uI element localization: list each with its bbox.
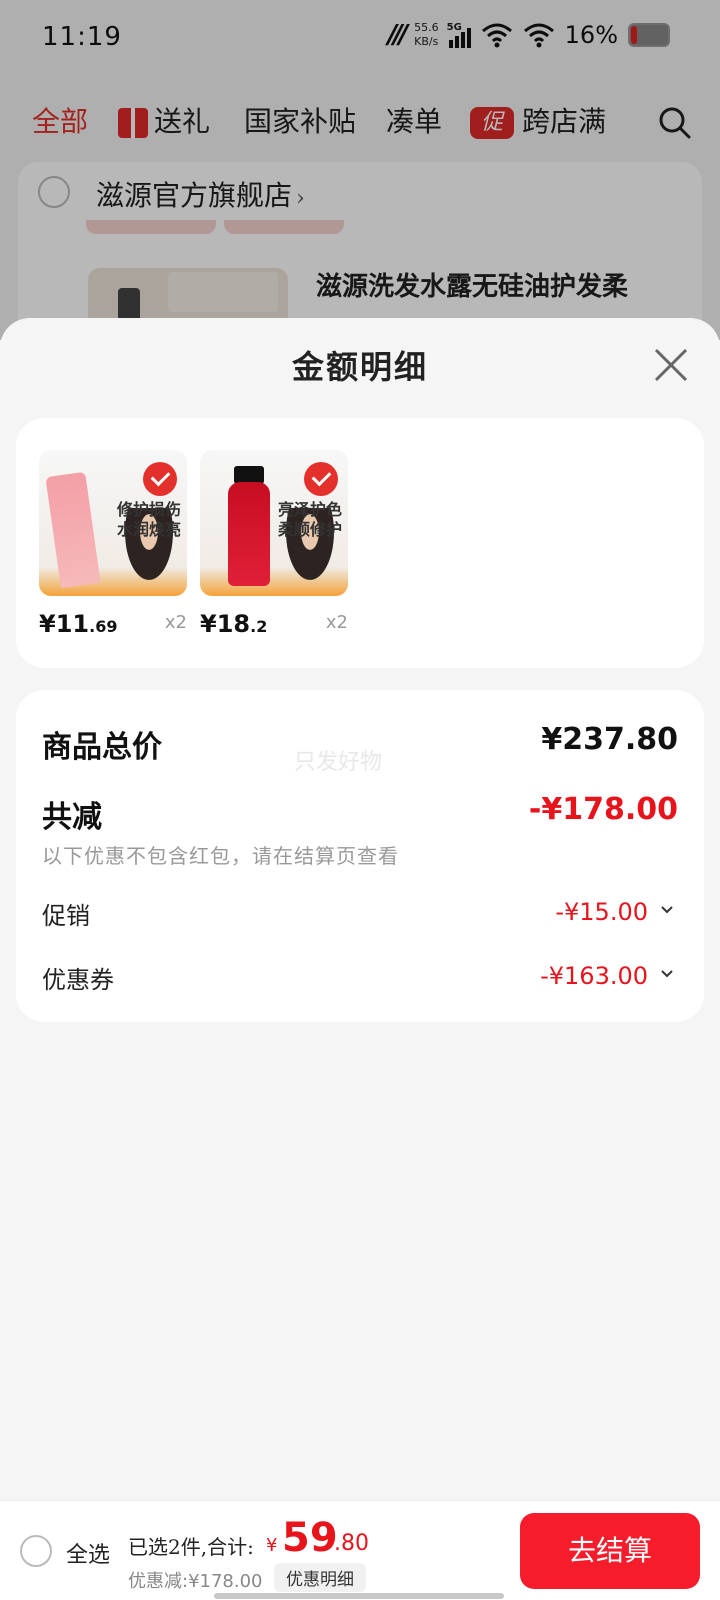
- item-tagline: 修护损伤 水润焕亮: [116, 500, 181, 539]
- item-price: ¥18.2: [200, 610, 268, 638]
- selected-item[interactable]: 亮泽护色 柔顺修护 ¥18.2 x2: [200, 450, 348, 638]
- selected-count-text: 已选2件,合计:: [128, 1535, 254, 1559]
- check-icon: [143, 462, 177, 496]
- price-summary-card: 只发好物 商品总价 ¥237.80 共减 -¥178.00 以下优惠不包含红包，…: [16, 690, 704, 1022]
- chevron-down-icon: [661, 970, 673, 978]
- promo-row[interactable]: 促销 -¥15.00: [42, 896, 678, 931]
- select-all-label[interactable]: 全选: [66, 1537, 110, 1569]
- item-image: 修护损伤 水润焕亮: [39, 450, 187, 596]
- amount-detail-sheet: 金额明细 修护损伤 水润焕亮 ¥11.69 x2 亮泽护色 柔顺修护 ¥18.2: [0, 318, 720, 1500]
- sheet-title: 金额明细: [291, 348, 428, 386]
- discount-text: 优惠减:¥178.00: [128, 1571, 263, 1592]
- dim-overlay[interactable]: [0, 0, 720, 340]
- discount-detail-button[interactable]: 优惠明细: [274, 1563, 366, 1592]
- check-icon: [304, 462, 338, 496]
- selected-items-card: 修护损伤 水润焕亮 ¥11.69 x2 亮泽护色 柔顺修护 ¥18.2 x2: [16, 418, 704, 668]
- item-quantity: x2: [164, 612, 187, 633]
- coupon-row[interactable]: 优惠券 -¥163.00: [42, 960, 678, 995]
- item-price: ¥11.69: [39, 610, 118, 638]
- total-value: ¥237.80: [541, 722, 678, 757]
- item-quantity: x2: [325, 612, 348, 633]
- total-amount-decimal: .80: [334, 1531, 369, 1556]
- checkout-button[interactable]: 去结算: [520, 1513, 700, 1589]
- coupon-value: -¥163.00: [540, 962, 648, 990]
- chevron-down-icon: [661, 906, 673, 914]
- total-row: 商品总价 ¥237.80: [42, 722, 678, 766]
- reduce-row: 共减 -¥178.00 以下优惠不包含红包，请在结算页查看: [42, 792, 678, 869]
- item-image: 亮泽护色 柔顺修护: [200, 450, 348, 596]
- reduce-value: -¥178.00: [528, 792, 678, 827]
- tube-image: [45, 471, 101, 589]
- promo-value: -¥15.00: [555, 898, 648, 926]
- total-amount: 59: [282, 1515, 338, 1561]
- home-indicator[interactable]: [214, 1593, 504, 1599]
- select-all-radio[interactable]: [20, 1535, 52, 1567]
- reduce-note: 以下优惠不包含红包，请在结算页查看: [42, 844, 399, 868]
- checkout-bar: 全选 已选2件,合计: ¥ 59 .80 优惠减:¥178.00 优惠明细 去结…: [0, 1500, 720, 1600]
- total-currency: ¥: [266, 1535, 278, 1556]
- close-icon[interactable]: [652, 346, 690, 384]
- item-tagline: 亮泽护色 柔顺修护: [277, 500, 342, 539]
- selected-item[interactable]: 修护损伤 水润焕亮 ¥11.69 x2: [39, 450, 187, 638]
